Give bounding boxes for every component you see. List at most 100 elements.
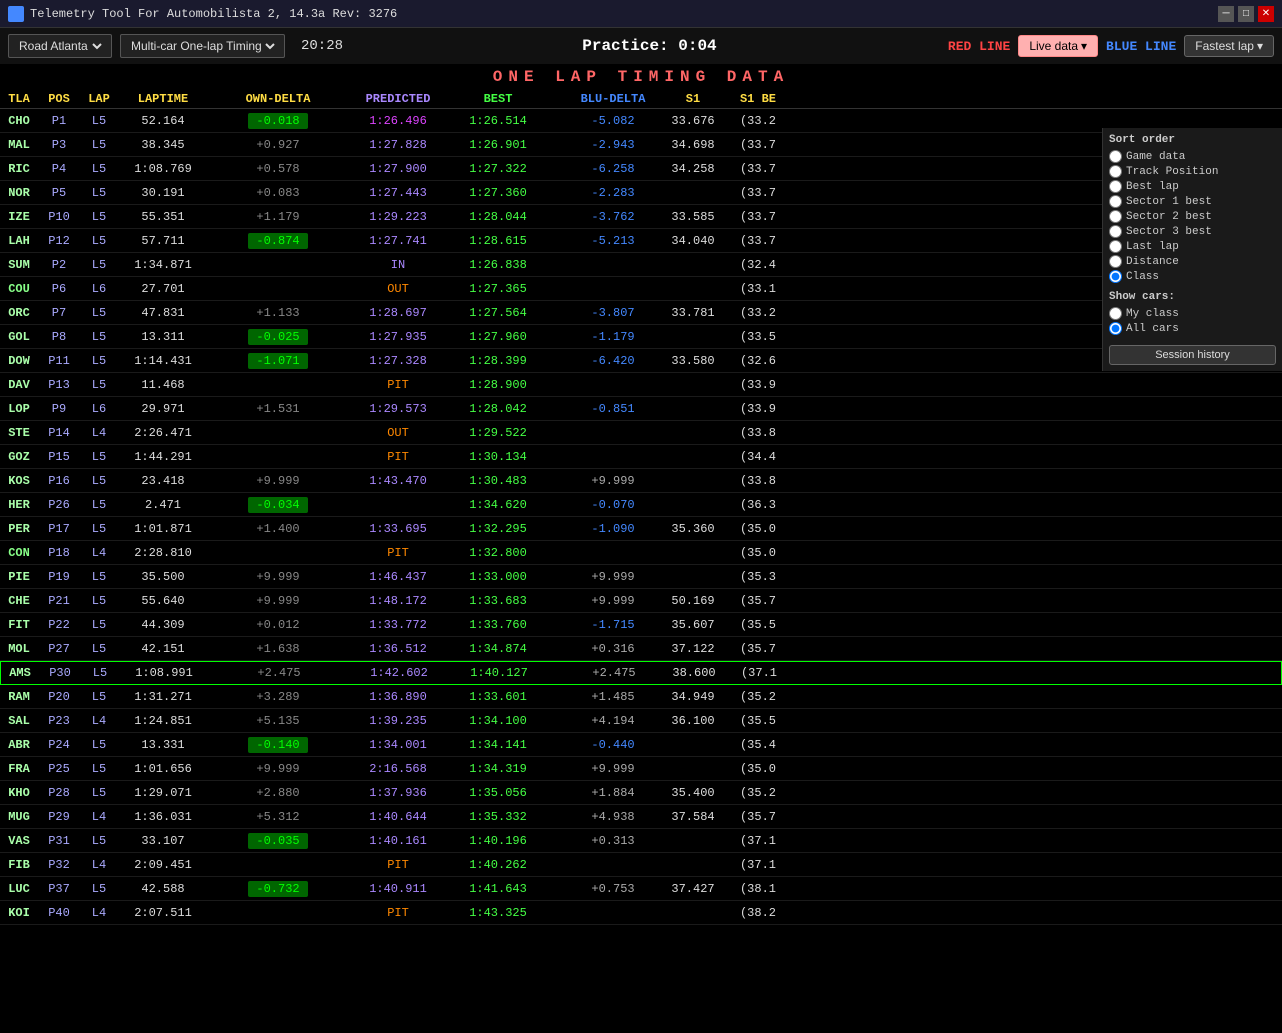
cell-tla: DOW [0, 354, 38, 368]
sort-radio-sector-3-best[interactable] [1109, 225, 1122, 238]
sort-option-sector-2-best[interactable]: Sector 2 best [1109, 210, 1276, 223]
sort-radio-sector-2-best[interactable] [1109, 210, 1122, 223]
table-row[interactable]: CHOP1L552.164-0.0181:26.4961:26.514-5.08… [0, 109, 1282, 133]
cell-laptime: 1:08.769 [118, 162, 208, 176]
mode-dropdown[interactable]: Multi-car One-lap Timing [120, 34, 285, 58]
cell-owndelta: -0.034 [228, 497, 328, 513]
maximize-button[interactable]: □ [1238, 6, 1254, 22]
table-row[interactable]: MALP3L538.345+0.9271:27.8281:26.901-2.94… [0, 133, 1282, 157]
sort-radio-sector-1-best[interactable] [1109, 195, 1122, 208]
cell-laptime: 30.191 [118, 186, 208, 200]
fastest-lap-button[interactable]: Fastest lap ▾ [1184, 35, 1274, 57]
cell-owndelta: +2.880 [228, 786, 328, 800]
cell-tla: SAL [0, 714, 38, 728]
table-row[interactable]: VASP31L533.107-0.0351:40.1611:40.196+0.3… [0, 829, 1282, 853]
table-row[interactable]: DOWP11L51:14.431-1.0711:27.3281:28.399-6… [0, 349, 1282, 373]
cell-predicted: 1:29.223 [348, 210, 448, 224]
cell-best: 1:34.620 [448, 498, 548, 512]
table-row[interactable]: FRAP25L51:01.656+9.9992:16.5681:34.319+9… [0, 757, 1282, 781]
sort-radio-best-lap[interactable] [1109, 180, 1122, 193]
table-row[interactable]: KOSP16L523.418+9.9991:43.4701:30.483+9.9… [0, 469, 1282, 493]
show-cars-radio-my-class[interactable] [1109, 307, 1122, 320]
show-cars-radio-all-cars[interactable] [1109, 322, 1122, 335]
sort-radio-track-position[interactable] [1109, 165, 1122, 178]
cell-s1: 35.607 [658, 618, 728, 632]
cell-best: 1:34.319 [448, 762, 548, 776]
table-row[interactable]: RICP4L51:08.769+0.5781:27.9001:27.322-6.… [0, 157, 1282, 181]
cell-pos: P24 [38, 738, 80, 752]
sort-option-distance[interactable]: Distance [1109, 255, 1276, 268]
cell-bludelta: +9.999 [568, 474, 658, 488]
cell-pos: P14 [38, 426, 80, 440]
table-row[interactable]: KHOP28L51:29.071+2.8801:37.9361:35.056+1… [0, 781, 1282, 805]
table-row[interactable]: AMSP30L51:08.991+2.4751:42.6021:40.127+2… [0, 661, 1282, 685]
table-row[interactable]: CHEP21L555.640+9.9991:48.1721:33.683+9.9… [0, 589, 1282, 613]
sort-option-best-lap[interactable]: Best lap [1109, 180, 1276, 193]
cell-bludelta: -6.258 [568, 162, 658, 176]
table-row[interactable]: GOLP8L513.311-0.0251:27.9351:27.960-1.17… [0, 325, 1282, 349]
table-row[interactable]: RAMP20L51:31.271+3.2891:36.8901:33.601+1… [0, 685, 1282, 709]
sort-radio-class[interactable] [1109, 270, 1122, 283]
cell-laptime: 1:01.656 [118, 762, 208, 776]
cell-owndelta: -0.140 [228, 737, 328, 753]
table-row[interactable]: KOIP40L42:07.511PIT1:43.325(38.2 [0, 901, 1282, 925]
table-row[interactable]: ABRP24L513.331-0.1401:34.0011:34.141-0.4… [0, 733, 1282, 757]
sort-option-last-lap[interactable]: Last lap [1109, 240, 1276, 253]
sort-radio-game-data[interactable] [1109, 150, 1122, 163]
table-row[interactable]: FIBP32L42:09.451PIT1:40.262(37.1 [0, 853, 1282, 877]
table-row[interactable]: DAVP13L511.468PIT1:28.900(33.9 [0, 373, 1282, 397]
table-row[interactable]: SUMP2L51:34.871IN1:26.838(32.4 [0, 253, 1282, 277]
table-row[interactable]: LAHP12L557.711-0.8741:27.7411:28.615-5.2… [0, 229, 1282, 253]
table-row[interactable]: LUCP37L542.588-0.7321:40.9111:41.643+0.7… [0, 877, 1282, 901]
track-dropdown[interactable]: Road Atlanta [8, 34, 112, 58]
cell-laptime: 33.107 [118, 834, 208, 848]
cell-predicted: 1:34.001 [348, 738, 448, 752]
cell-s1b: (37.1 [728, 834, 788, 848]
cell-best: 1:28.900 [448, 378, 548, 392]
table-row[interactable]: HERP26L52.471-0.0341:34.620-0.070(36.3 [0, 493, 1282, 517]
show-cars-option-all-cars[interactable]: All cars [1109, 322, 1276, 335]
mode-select[interactable]: Multi-car One-lap Timing [127, 38, 278, 54]
table-row[interactable]: SALP23L41:24.851+5.1351:39.2351:34.100+4… [0, 709, 1282, 733]
minimize-button[interactable]: ─ [1218, 6, 1234, 22]
table-row[interactable]: GOZP15L51:44.291PIT1:30.134(34.4 [0, 445, 1282, 469]
sort-option-sector-1-best[interactable]: Sector 1 best [1109, 195, 1276, 208]
cell-s1b: (37.1 [729, 666, 789, 680]
close-button[interactable]: ✕ [1258, 6, 1274, 22]
sort-radio-distance[interactable] [1109, 255, 1122, 268]
show-cars-label-all-cars: All cars [1126, 323, 1179, 335]
table-row[interactable]: STEP14L42:26.471OUT1:29.522(33.8 [0, 421, 1282, 445]
table-row[interactable]: NORP5L530.191+0.0831:27.4431:27.360-2.28… [0, 181, 1282, 205]
cell-tla: HER [0, 498, 38, 512]
table-row[interactable]: FITP22L544.309+0.0121:33.7721:33.760-1.7… [0, 613, 1282, 637]
table-row[interactable]: MUGP29L41:36.031+5.3121:40.6441:35.332+4… [0, 805, 1282, 829]
table-row[interactable]: PERP17L51:01.871+1.4001:33.6951:32.295-1… [0, 517, 1282, 541]
cell-s1: 34.258 [658, 162, 728, 176]
cell-tla: KOS [0, 474, 38, 488]
show-cars-option-my-class[interactable]: My class [1109, 307, 1276, 320]
sort-option-track-position[interactable]: Track Position [1109, 165, 1276, 178]
sort-option-game-data[interactable]: Game data [1109, 150, 1276, 163]
table-row[interactable]: CONP18L42:28.810PIT1:32.800(35.0 [0, 541, 1282, 565]
live-data-button[interactable]: Live data ▾ [1018, 35, 1098, 57]
session-history-button[interactable]: Session history [1109, 345, 1276, 365]
table-row[interactable]: LOPP9L629.971+1.5311:29.5731:28.042-0.85… [0, 397, 1282, 421]
cell-tla: IZE [0, 210, 38, 224]
table-row[interactable]: COUP6L627.701OUT1:27.365(33.1 [0, 277, 1282, 301]
sort-radio-last-lap[interactable] [1109, 240, 1122, 253]
cell-laptime: 27.701 [118, 282, 208, 296]
table-row[interactable]: ORCP7L547.831+1.1331:28.6971:27.564-3.80… [0, 301, 1282, 325]
sort-option-sector-3-best[interactable]: Sector 3 best [1109, 225, 1276, 238]
table-row[interactable]: MOLP27L542.151+1.6381:36.5121:34.874+0.3… [0, 637, 1282, 661]
cell-lap: L4 [80, 714, 118, 728]
table-row[interactable]: IZEP10L555.351+1.1791:29.2231:28.044-3.7… [0, 205, 1282, 229]
cell-predicted: OUT [348, 426, 448, 440]
cell-laptime: 13.311 [118, 330, 208, 344]
track-select[interactable]: Road Atlanta [15, 38, 105, 54]
table-row[interactable]: PIEP19L535.500+9.9991:46.4371:33.000+9.9… [0, 565, 1282, 589]
cell-pos: P5 [38, 186, 80, 200]
cell-bludelta: +9.999 [568, 762, 658, 776]
cell-best: 1:34.141 [448, 738, 548, 752]
sort-option-class[interactable]: Class [1109, 270, 1276, 283]
cell-pos: P13 [38, 378, 80, 392]
